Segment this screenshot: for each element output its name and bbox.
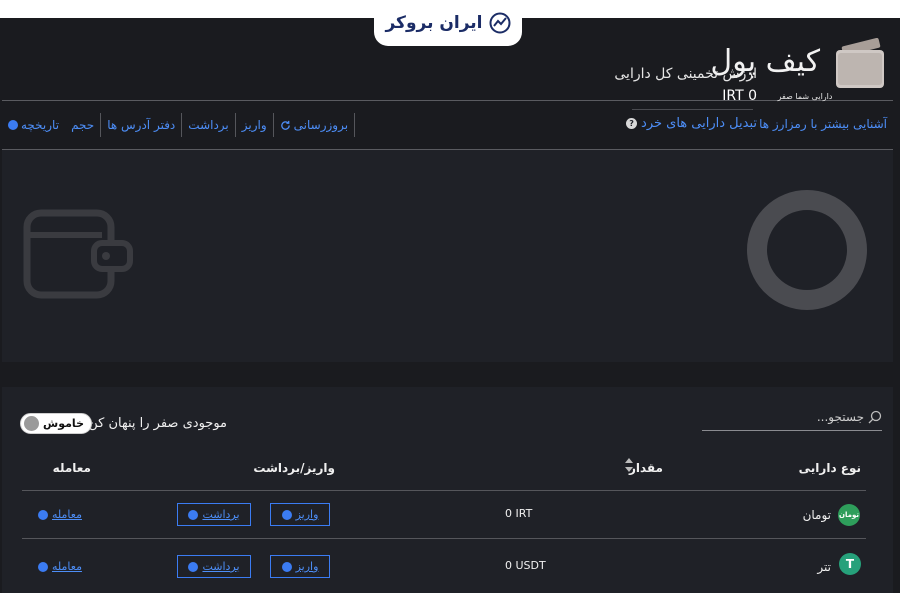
withdraw-button[interactable]: برداشت [177, 555, 251, 578]
refresh-icon [280, 120, 290, 130]
toggle-knob [24, 416, 39, 431]
trade-link[interactable]: معامله [38, 560, 82, 573]
column-asset-type: نوع دارایی [798, 461, 861, 475]
deposit-button-label: واریز [295, 508, 319, 521]
brand-logo[interactable]: ایران بروکر [374, 0, 522, 46]
trade-link[interactable]: معامله [38, 508, 82, 521]
toolbar-divider [354, 113, 356, 137]
search-input[interactable] [744, 409, 864, 424]
column-trade: معامله [52, 461, 91, 475]
estimate-divider [632, 109, 753, 110]
asset-donut-chart [747, 190, 867, 310]
asset-name: تتر [817, 560, 831, 574]
deposit-icon [281, 509, 292, 520]
search-box [702, 403, 882, 431]
deposit-button[interactable]: واریز [270, 555, 330, 578]
history-label: تاریخچه [21, 118, 60, 132]
toggle-state: خاموش [43, 417, 84, 430]
convert-small-assets-link[interactable]: تبدیل دارایی های خرد ? [626, 116, 757, 131]
clock-icon [8, 120, 18, 130]
asset-amount: 0 USDT [505, 559, 546, 572]
refresh-label: بروزرسانی [293, 118, 349, 132]
withdraw-button-label: برداشت [202, 508, 240, 521]
learn-crypto-link[interactable]: آشنایی بیشتر با رمزارز ها [759, 117, 887, 131]
hide-zero-label: موجودی صفر را پنهان کن [88, 416, 227, 431]
address-book-link[interactable]: دفتر آدرس ها [101, 118, 181, 132]
assets-panel: موجودی صفر را پنهان کن خاموش نوع دارایی … [2, 387, 893, 593]
brand-logo-text: ایران بروکر [385, 13, 483, 33]
withdraw-button[interactable]: برداشت [177, 503, 251, 526]
column-amount[interactable]: مقدار [629, 461, 663, 475]
asset-name: تومان [802, 508, 831, 522]
volume-label: حجم [71, 118, 95, 132]
deposit-button-label: واریز [295, 560, 319, 573]
brand-chart-icon [489, 12, 511, 34]
sort-icon[interactable] [624, 456, 634, 474]
history-link[interactable]: تاریخچه [2, 118, 65, 132]
withdraw-icon [188, 561, 199, 572]
tether-coin-icon: T [839, 553, 861, 575]
toolbar: تاریخچه حجم دفتر آدرس ها برداشت واریز بر… [2, 112, 356, 138]
trade-link-label: معامله [52, 508, 82, 521]
trade-icon [38, 561, 48, 572]
toman-coin-icon: تومان [838, 504, 860, 526]
convert-link-label: تبدیل دارایی های خرد [641, 116, 757, 131]
withdraw-label: برداشت [188, 118, 229, 132]
table-row-divider [22, 538, 866, 539]
withdraw-link[interactable]: برداشت [182, 118, 234, 132]
estimate-label: ارزش تخمینی کل دارایی [614, 66, 757, 82]
asset-amount: 0 IRT [505, 507, 533, 520]
section-gap [2, 362, 893, 387]
help-icon[interactable]: ? [626, 118, 638, 129]
volume-link[interactable]: حجم [65, 118, 100, 132]
search-icon [868, 410, 882, 423]
table-divider [22, 490, 866, 491]
withdraw-icon [188, 509, 199, 520]
donut-label: دارایی شما صفر [777, 92, 833, 101]
column-deposit-withdraw: واریز/برداشت [253, 461, 335, 475]
deposit-link[interactable]: واریز [236, 118, 273, 132]
trade-icon [38, 509, 48, 520]
wallet-icon [836, 38, 884, 88]
hide-zero-toggle[interactable]: خاموش [20, 413, 92, 434]
wallet-placeholder-icon [23, 209, 133, 299]
address-book-label: دفتر آدرس ها [107, 118, 176, 132]
deposit-button[interactable]: واریز [270, 503, 330, 526]
withdraw-button-label: برداشت [202, 560, 240, 573]
estimate-value: IRT 0 [722, 88, 757, 104]
deposit-label: واریز [241, 118, 267, 132]
refresh-button[interactable]: بروزرسانی [274, 118, 354, 132]
deposit-icon [281, 561, 292, 572]
wallet-summary [2, 150, 893, 362]
trade-link-label: معامله [52, 560, 82, 573]
